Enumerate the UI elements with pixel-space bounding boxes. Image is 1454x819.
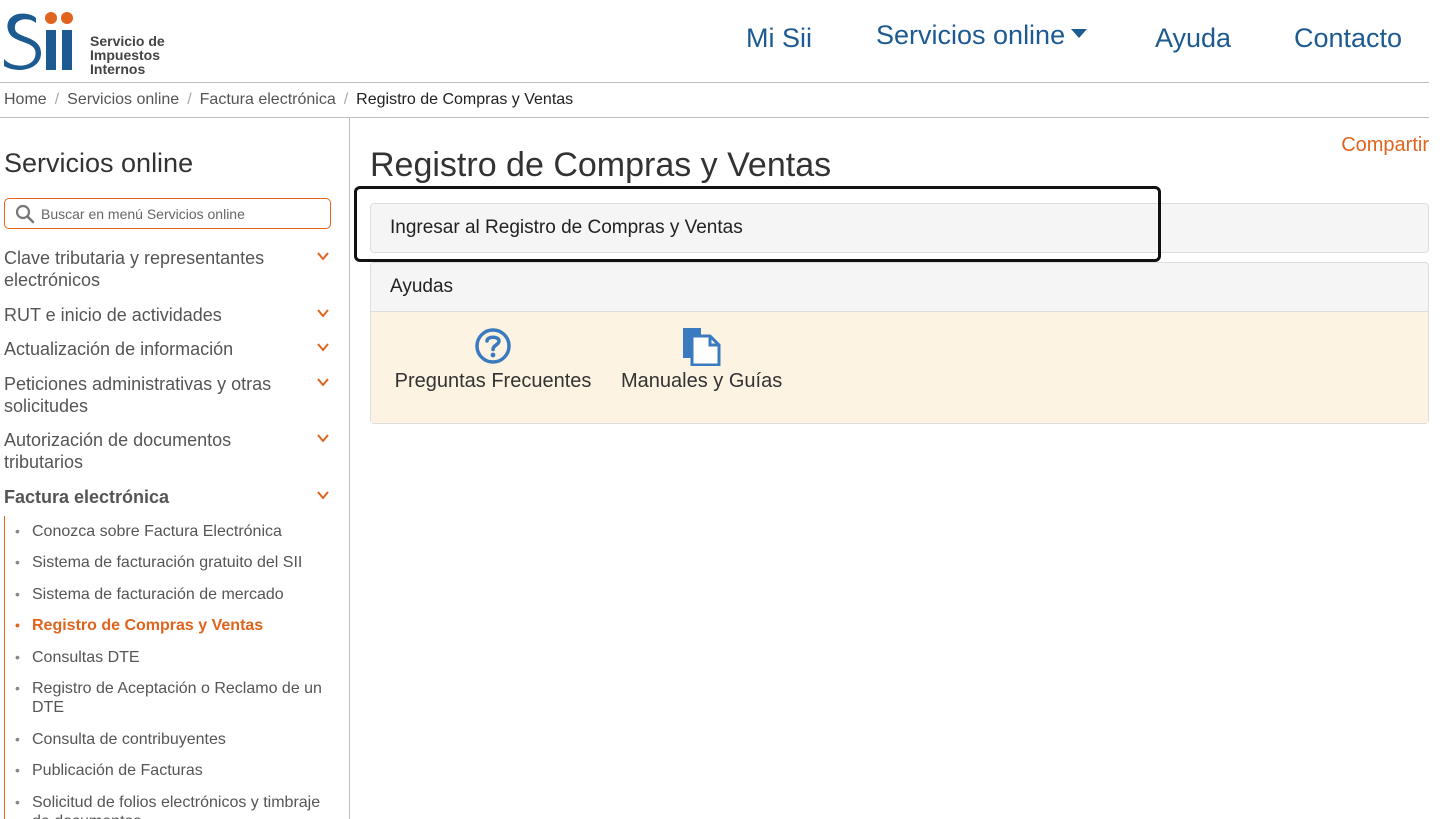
site-header: Servicio de Impuestos Internos Mi Sii Se… [0,0,1454,82]
sidebar-item-rut[interactable]: RUT e inicio de actividades [4,304,334,326]
logo-text: Servicio de Impuestos Internos [90,34,165,76]
faq-link[interactable]: Preguntas Frecuentes [393,326,593,393]
submenu-item-label: Registro de Compras y Ventas [32,617,264,634]
chevron-down-icon [317,309,329,318]
sidebar-item-peticiones[interactable]: Peticiones administrativas y otras solic… [4,373,334,417]
logo-text-line1: Servicio de [90,33,165,49]
bullet: • [15,617,20,633]
chevron-down-icon [317,343,329,352]
sidebar-item-autorizacion[interactable]: Autorización de documentos tributarios [4,429,334,473]
sidebar-item-actualizacion[interactable]: Actualización de información [4,338,334,360]
sidebar-item-label: Clave tributaria y representantes electr… [4,248,265,290]
submenu-item-consultas-dte[interactable]: • Consultas DTE [15,648,333,667]
bullet: • [15,586,20,602]
submenu-item-sistema-gratuito[interactable]: • Sistema de facturación gratuito del SII [15,553,333,572]
nav-contacto[interactable]: Contacto [1294,23,1402,54]
caret-down-icon [1071,29,1088,39]
bullet: • [15,762,20,778]
sidebar-item-label: RUT e inicio de actividades [4,305,222,325]
header-divider [0,82,1429,83]
sii-logo-icon [4,12,73,70]
nav-servicios-online-label: Servicios online [876,20,1066,50]
manuales-link[interactable]: Manuales y Guías [621,326,783,393]
chevron-down-icon [317,434,329,443]
nav-servicios-online[interactable]: Servicios online [876,20,1088,51]
submenu-item-label: Sistema de facturación de mercado [32,586,284,603]
question-circle-icon [475,328,511,364]
sii-logo[interactable]: Servicio de Impuestos Internos [4,10,174,76]
breadcrumb-separator: / [187,91,192,108]
submenu-item-registro-compras-ventas[interactable]: • Registro de Compras y Ventas [15,616,333,635]
breadcrumb-current: Registro de Compras y Ventas [356,91,574,108]
bullet: • [15,680,20,696]
submenu-item-aceptacion-reclamo[interactable]: • Registro de Aceptación o Reclamo de un … [15,679,333,717]
ayudas-body: Preguntas Frecuentes Manuales y Guías [371,311,1428,423]
breadcrumb-separator: / [343,91,349,108]
chevron-down-icon [317,252,329,261]
faq-label: Preguntas Frecuentes [394,370,592,392]
breadcrumb: Home / Servicios online / Factura electrónic… [4,91,573,109]
bullet: • [15,794,20,810]
submenu-item-sistema-mercado[interactable]: • Sistema de facturación de mercado [15,585,333,604]
submenu-item-conozca[interactable]: • Conozca sobre Factura Electrónica [15,522,333,541]
submenu-item-label: Conozca sobre Factura Electrónica [32,523,282,540]
highlight-annotation [354,186,1161,262]
sidebar-item-label: Factura electrónica [4,487,170,507]
documents-icon [683,328,721,366]
submenu-item-label: Registro de Aceptación o Reclamo de un D… [32,680,322,716]
breadcrumb-home[interactable]: Home [4,91,47,108]
breadcrumb-servicios-online[interactable]: Servicios online [67,91,179,108]
sidebar-item-clave-tributaria[interactable]: Clave tributaria y representantes electr… [4,247,334,291]
ayudas-panel: Ayudas Preguntas Frecuentes Manuales y G… [370,262,1429,424]
bullet: • [15,731,20,747]
search-icon [15,204,35,224]
sidebar: Servicios online Clave tributaria y repr… [0,118,350,819]
nav-mi-sii[interactable]: Mi Sii [746,23,812,54]
chevron-down-icon [317,378,329,387]
sidebar-search [4,198,331,229]
nav-ayuda[interactable]: Ayuda [1155,23,1231,54]
logo-text-line3: Internos [90,61,146,77]
breadcrumb-factura-electronica[interactable]: Factura electrónica [200,91,336,108]
bullet: • [15,523,20,539]
breadcrumb-separator: / [54,91,60,108]
submenu-item-label: Sistema de facturación gratuito del SII [32,554,303,571]
submenu-item-publicacion-facturas[interactable]: • Publicación de Facturas [15,761,333,780]
sidebar-item-label: Peticiones administrativas y otras solic… [4,374,272,416]
submenu-item-label: Consultas DTE [32,649,140,666]
sidebar-title: Servicios online [4,148,194,178]
bullet: • [15,649,20,665]
submenu-item-label: Publicación de Facturas [32,762,203,779]
submenu-item-solicitud-folios[interactable]: • Solicitud de folios electrónicos y timb… [15,793,333,819]
sidebar-item-factura-electronica[interactable]: Factura electrónica [4,486,334,508]
manuales-label: Manuales y Guías [621,370,783,392]
sidebar-item-label: Actualización de información [4,339,234,359]
share-link[interactable]: Compartir [1341,134,1429,157]
factura-submenu: • Conozca sobre Factura Electrónica • Sist… [4,516,344,819]
page-title: Registro de Compras y Ventas [370,146,832,184]
submenu-item-label: Solicitud de folios electrónicos y timbr… [32,794,321,819]
submenu-item-label: Consulta de contribuyentes [32,731,226,748]
ayudas-heading[interactable]: Ayudas [390,276,453,298]
chevron-down-icon [317,491,329,500]
bullet: • [15,554,20,570]
logo-text-line2: Impuestos [90,47,161,63]
sidebar-item-label: Autorización de documentos tributarios [4,430,232,472]
submenu-item-consulta-contribuyentes[interactable]: • Consulta de contribuyentes [15,730,333,749]
search-input[interactable] [41,203,321,225]
